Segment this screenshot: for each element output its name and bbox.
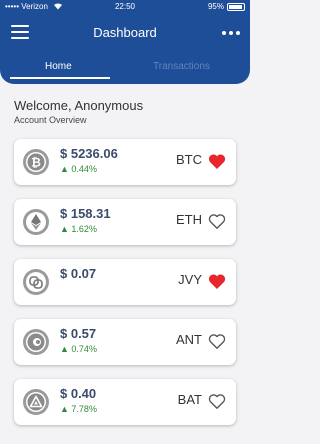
- battery-percent: 95%: [207, 2, 224, 11]
- coin-change-value: 7.78%: [71, 404, 97, 414]
- battery-icon: [227, 2, 245, 11]
- coin-card-btc[interactable]: ₿ $ 5236.06 ▲ 0.44% BTC: [14, 139, 236, 185]
- coin-card-jvy[interactable]: $ 0.07 JVY: [14, 259, 236, 305]
- app-header: ••••• Verizon 22:50 95% Dashboard Home T…: [0, 0, 250, 84]
- coin-price: $ 0.57: [60, 326, 97, 341]
- coin-price: $ 158.31: [60, 206, 111, 221]
- coin-change: ▲ 1.62%: [60, 224, 97, 234]
- tab-home[interactable]: Home: [45, 61, 72, 72]
- coin-change: ▲ 0.74%: [60, 344, 97, 354]
- coin-change: ▲ 0.44%: [60, 164, 97, 174]
- coin-price: $ 0.07: [60, 266, 97, 281]
- coin-card-bat[interactable]: $ 0.40 ▲ 7.78% BAT: [14, 379, 236, 425]
- account-overview-label: Account Overview: [14, 115, 87, 125]
- favorite-heart-icon[interactable]: [208, 153, 226, 170]
- bat-icon: [23, 389, 49, 415]
- coin-price: $ 5236.06: [60, 146, 118, 161]
- bitcoin-icon: ₿: [23, 149, 49, 175]
- coin-symbol: BTC: [176, 152, 202, 167]
- jvy-icon: [23, 269, 49, 295]
- battery-group: 95%: [208, 2, 245, 11]
- coin-change-value: 0.74%: [71, 344, 97, 354]
- svg-text:₿: ₿: [31, 156, 41, 170]
- coin-card-eth[interactable]: $ 158.31 ▲ 1.62% ETH: [14, 199, 236, 245]
- coin-symbol: ETH: [176, 212, 202, 227]
- favorite-heart-outline-icon[interactable]: [208, 333, 226, 350]
- welcome-heading: Welcome, Anonymous: [14, 98, 144, 113]
- ant-icon: [23, 329, 49, 355]
- favorite-heart-outline-icon[interactable]: [208, 393, 226, 410]
- favorite-heart-outline-icon[interactable]: [208, 213, 226, 230]
- coin-price: $ 0.40: [60, 386, 97, 401]
- coin-symbol: JVY: [178, 272, 202, 287]
- coin-change-value: 0.44%: [71, 164, 97, 174]
- tab-transactions[interactable]: Transactions: [153, 61, 210, 72]
- coin-symbol: ANT: [176, 332, 202, 347]
- page-title: Dashboard: [93, 25, 157, 40]
- more-options-icon[interactable]: [222, 31, 240, 35]
- coin-card-ant[interactable]: $ 0.57 ▲ 0.74% ANT: [14, 319, 236, 365]
- favorite-heart-icon[interactable]: [208, 273, 226, 290]
- tab-bar: Home Transactions: [0, 56, 250, 80]
- coin-symbol: BAT: [177, 392, 202, 407]
- active-tab-indicator: [10, 77, 110, 79]
- status-bar: ••••• Verizon 22:50 95%: [0, 0, 250, 14]
- coin-change-value: 1.62%: [71, 224, 97, 234]
- coin-change: ▲ 7.78%: [60, 404, 97, 414]
- ethereum-icon: [23, 209, 49, 235]
